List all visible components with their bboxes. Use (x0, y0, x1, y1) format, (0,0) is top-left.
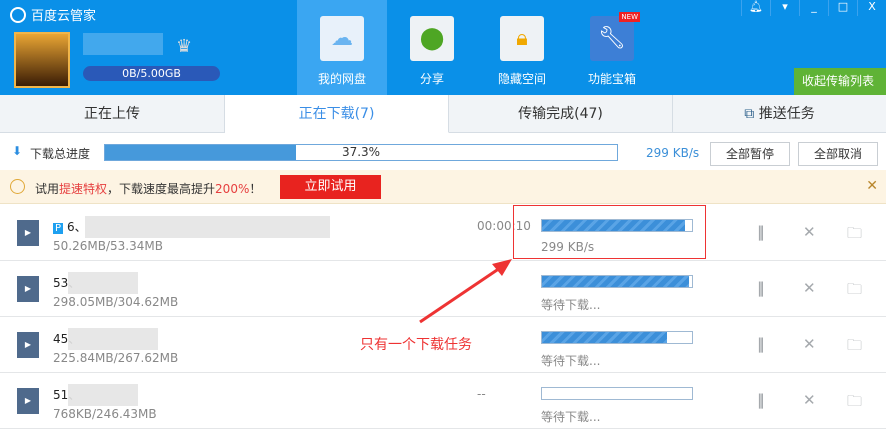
annotation-arrow (419, 259, 512, 324)
annotation-text: 只有一个下载任务 (360, 337, 472, 353)
